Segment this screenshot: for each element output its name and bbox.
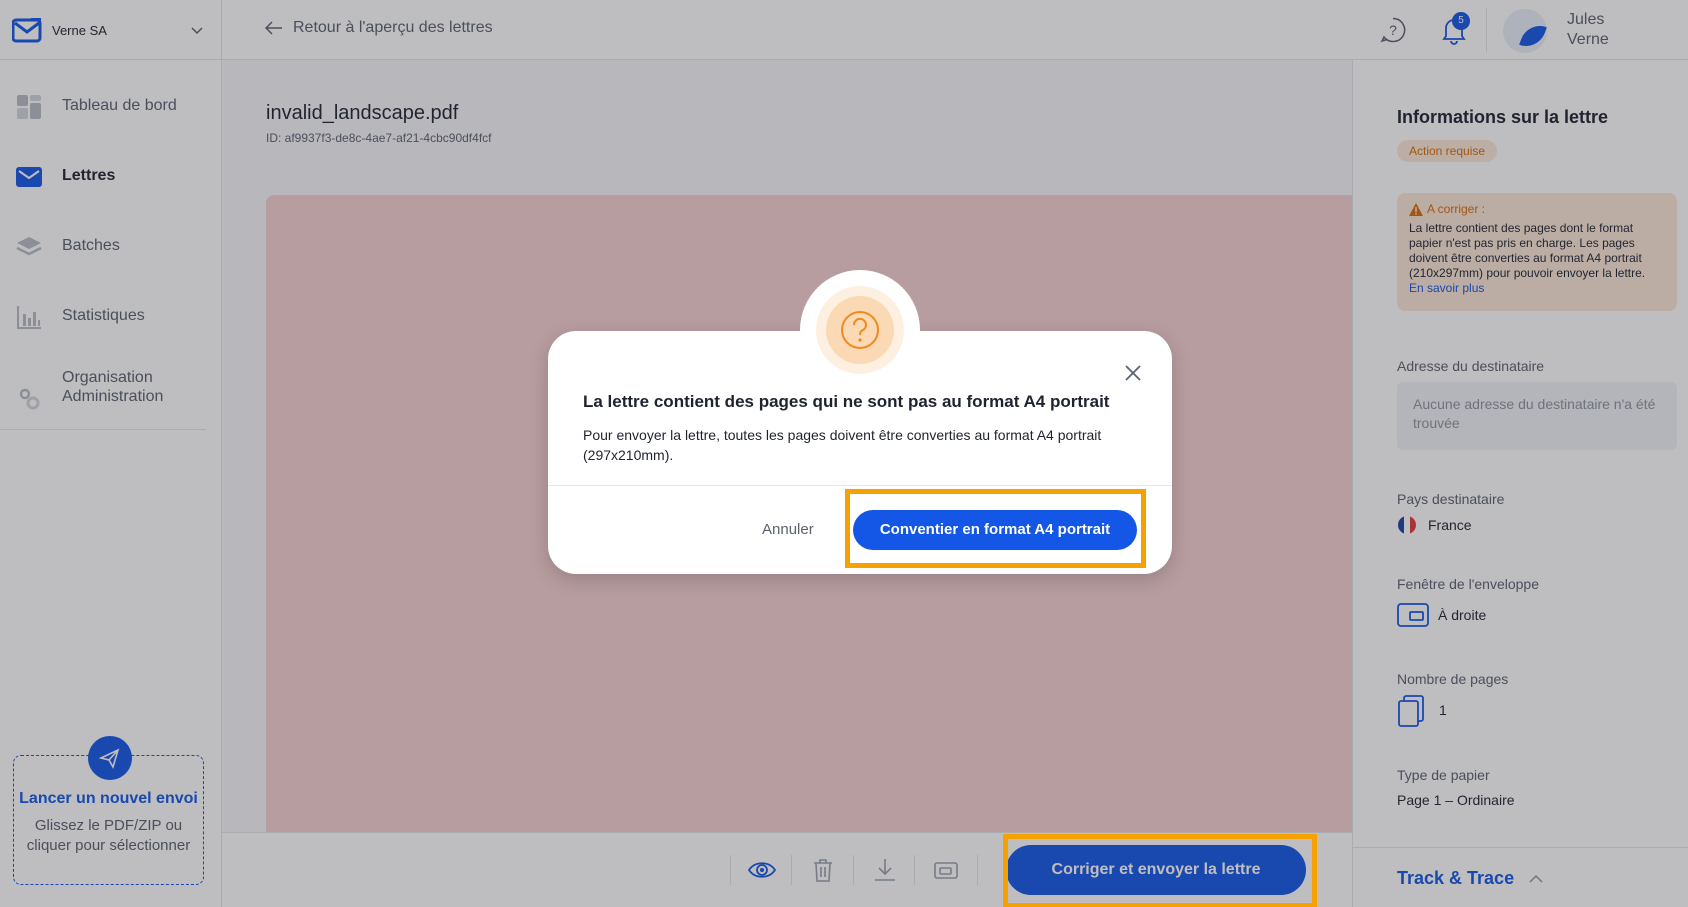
cancel-button[interactable]: Annuler [762,521,814,538]
dialog-text: Pour envoyer la lettre, toutes les pages… [583,427,1102,463]
highlight-primary-button [1003,834,1317,907]
divider [548,485,1172,486]
close-icon[interactable] [1121,361,1145,385]
dialog-title: La lettre contient des pages qui ne sont… [583,392,1110,411]
question-icon [841,311,879,349]
highlight-convert-button [845,489,1146,568]
question-badge [800,270,920,390]
